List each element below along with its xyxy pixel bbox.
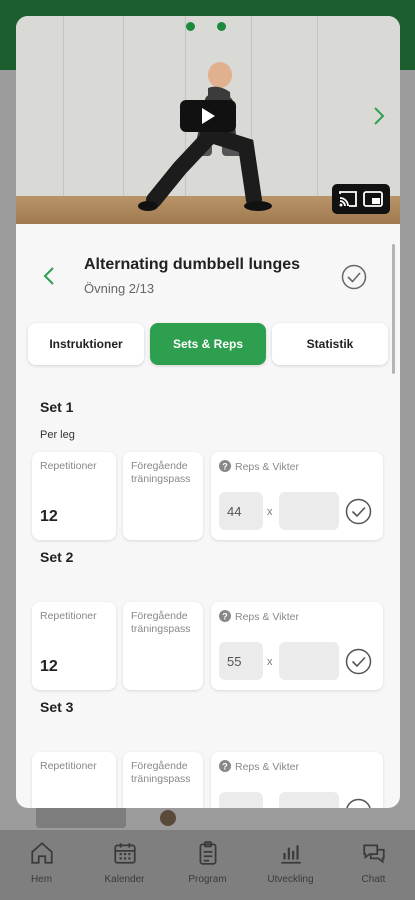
scrollbar[interactable]	[392, 244, 395, 374]
tab-kalender-label: Kalender	[104, 874, 145, 885]
picture-in-picture-icon[interactable]	[362, 190, 384, 208]
video-controls	[332, 184, 390, 214]
reps-input[interactable]: 44	[219, 492, 263, 530]
svg-text:?: ?	[222, 762, 228, 772]
chat-icon	[362, 844, 385, 864]
set-title: Set 2	[40, 549, 74, 565]
previous-session-card: Föregående träningspass	[123, 752, 203, 808]
athlete-figure	[138, 62, 272, 211]
tab-chatt-label: Chatt	[361, 874, 386, 885]
bottom-tab-bar: Hem Kalender Program Utveckling Chatt	[0, 830, 415, 900]
set-complete-check-icon[interactable]	[345, 798, 372, 808]
previous-session-card: Föregående träningspass	[123, 602, 203, 690]
reps-weights-label: ? Reps & Vikter	[219, 610, 299, 624]
carousel-dot[interactable]	[186, 22, 195, 31]
reps-weights-label: ? Reps & Vikter	[219, 460, 299, 474]
chevron-left-icon[interactable]	[42, 266, 56, 286]
wall-panel	[318, 16, 400, 196]
background-image	[36, 806, 126, 828]
clipboard-icon	[199, 841, 216, 865]
weight-input[interactable]	[279, 492, 339, 530]
reps-weights-label-text: Reps & Vikter	[235, 761, 299, 773]
previous-session-label: Föregående träningspass	[131, 760, 191, 785]
wall-panel	[16, 16, 64, 196]
reps-card: Repetitioner 12	[32, 452, 116, 540]
set-complete-check-icon[interactable]	[345, 498, 372, 525]
tab-statistik[interactable]: Statistik	[272, 323, 388, 365]
reps-label: Repetitioner	[40, 460, 97, 472]
tab-utveckling[interactable]: Utveckling	[251, 840, 331, 885]
bar-chart-icon	[280, 845, 301, 864]
reps-card: Repetitioner 12	[32, 602, 116, 690]
exercise-header: Alternating dumbbell lunges Övning 2/13	[16, 224, 400, 314]
background-avatar	[160, 810, 176, 826]
reps-input[interactable]: 55	[219, 642, 263, 680]
previous-session-label: Föregående träningspass	[131, 460, 191, 485]
wall-panel	[64, 16, 124, 196]
set-title: Set 3	[40, 699, 74, 715]
calendar-icon	[113, 843, 136, 864]
times-symbol: x	[267, 506, 273, 518]
set-note: Per leg	[40, 429, 75, 441]
reps-value: 12	[40, 508, 58, 525]
reps-value: 12	[40, 658, 58, 675]
play-button[interactable]	[180, 100, 236, 132]
exercise-modal: Alternating dumbbell lunges Övning 2/13 …	[16, 16, 400, 808]
tab-chatt[interactable]: Chatt	[334, 840, 414, 885]
reps-weights-label-text: Reps & Vikter	[235, 611, 299, 623]
help-icon[interactable]: ?	[219, 760, 231, 772]
weight-input[interactable]	[279, 792, 339, 808]
carousel-dot[interactable]	[217, 22, 226, 31]
set-complete-check-icon[interactable]	[345, 648, 372, 675]
tab-hem[interactable]: Hem	[2, 840, 82, 885]
reps-label: Repetitioner	[40, 760, 97, 772]
tab-kalender[interactable]: Kalender	[85, 840, 165, 885]
reps-label: Repetitioner	[40, 610, 97, 622]
exercise-title: Alternating dumbbell lunges	[84, 256, 301, 273]
reps-card: Repetitioner	[32, 752, 116, 808]
tab-sets-reps[interactable]: Sets & Reps	[150, 323, 266, 365]
help-icon[interactable]: ?	[219, 610, 231, 622]
exercise-video[interactable]	[16, 16, 400, 224]
tab-program-label: Program	[188, 874, 227, 885]
previous-session-label: Föregående träningspass	[131, 610, 191, 635]
cast-icon[interactable]	[338, 190, 358, 208]
times-symbol: x	[267, 656, 273, 668]
tab-instruktioner[interactable]: Instruktioner	[28, 323, 144, 365]
chevron-right-icon[interactable]	[372, 106, 386, 126]
reps-weights-card: ? Reps & Vikter 55 x	[211, 602, 383, 690]
set-title: Set 1	[40, 399, 74, 415]
svg-text:?: ?	[222, 462, 228, 472]
complete-exercise-check-icon[interactable]	[341, 264, 367, 290]
previous-session-card: Föregående träningspass	[123, 452, 203, 540]
reps-weights-card: ? Reps & Vikter	[211, 752, 383, 808]
tab-utveckling-label: Utveckling	[267, 874, 314, 885]
svg-text:?: ?	[222, 612, 228, 622]
home-icon	[30, 842, 53, 864]
tab-hem-label: Hem	[30, 874, 53, 885]
carousel-dots	[186, 22, 226, 31]
weight-input[interactable]	[279, 642, 339, 680]
tab-program[interactable]: Program	[168, 840, 248, 885]
reps-input[interactable]	[219, 792, 263, 808]
reps-weights-label: ? Reps & Vikter	[219, 760, 299, 774]
exercise-progress: Övning 2/13	[84, 281, 155, 296]
reps-weights-card: ? Reps & Vikter 44 x	[211, 452, 383, 540]
segmented-tabs: Instruktioner Sets & Reps Statistik	[28, 323, 388, 365]
play-icon	[202, 108, 215, 124]
reps-weights-label-text: Reps & Vikter	[235, 461, 299, 473]
help-icon[interactable]: ?	[219, 460, 231, 472]
